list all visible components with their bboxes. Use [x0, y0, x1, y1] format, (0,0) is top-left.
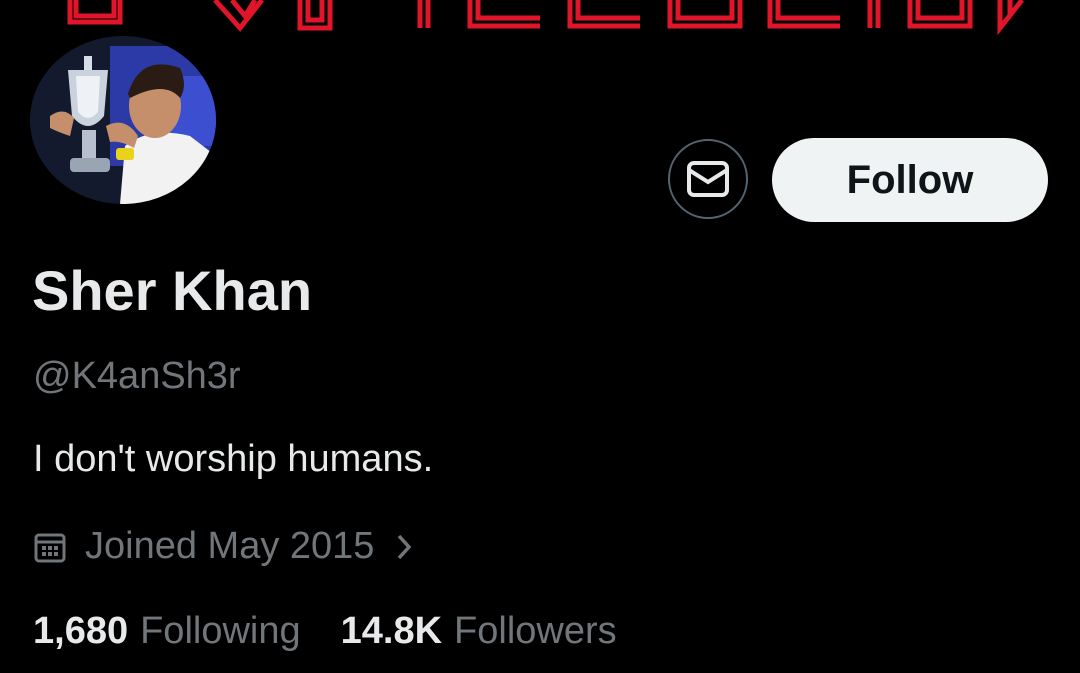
- user-handle: @K4anSh3r: [33, 355, 241, 397]
- following-count: 1,680: [33, 610, 129, 652]
- joined-date[interactable]: Joined May 2015: [33, 525, 416, 568]
- followers-link[interactable]: 14.8K Followers: [341, 610, 617, 653]
- following-link[interactable]: 1,680 Following: [33, 610, 301, 653]
- chevron-right-icon: [398, 534, 412, 559]
- display-name: Sher Khan: [32, 259, 313, 322]
- following-label: Following: [140, 610, 301, 652]
- envelope-icon: [687, 161, 729, 197]
- follow-button[interactable]: Follow: [772, 138, 1048, 222]
- profile-avatar[interactable]: [30, 36, 216, 204]
- profile-banner[interactable]: [0, 0, 1080, 40]
- followers-label: Followers: [454, 610, 617, 652]
- followers-count: 14.8K: [340, 610, 443, 652]
- banner-graphic: [67, 0, 1024, 36]
- calendar-icon: [34, 533, 66, 562]
- avatar-image: [30, 36, 216, 204]
- joined-label: Joined May 2015: [85, 525, 375, 567]
- follow-stats: 1,680 Following 14.8K Followers: [33, 610, 617, 653]
- profile-bio: I don't worship humans.: [33, 438, 434, 480]
- profile-page: Follow Sher Khan @K4anSh3r I don't worsh…: [0, 0, 1080, 673]
- message-button[interactable]: [668, 139, 748, 219]
